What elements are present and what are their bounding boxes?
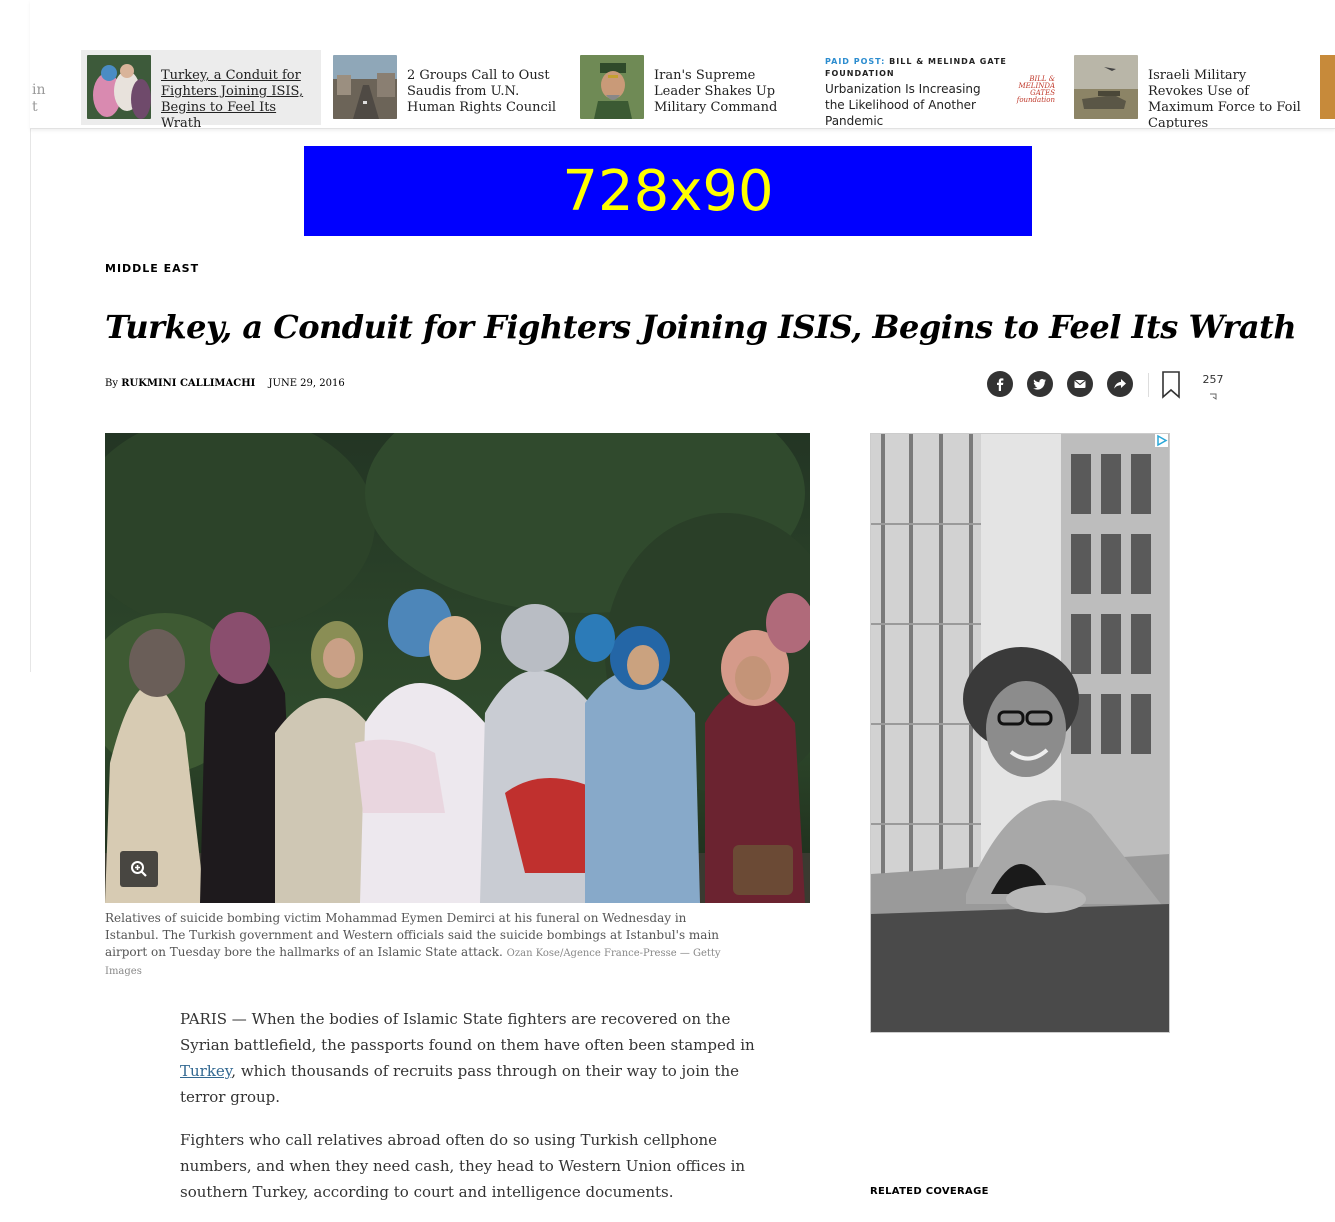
article-body: PARIS — When the bodies of Islamic State…	[180, 1006, 755, 1222]
ribbon-previous-item[interactable]: in t	[32, 82, 46, 116]
share-icon	[1114, 379, 1126, 389]
ribbon-item-title: Israeli Military Revokes Use of Maximum …	[1148, 68, 1301, 129]
ribbon-next-thumbnail[interactable]	[1320, 55, 1335, 119]
ribbon-item-title: Iran's Supreme Leader Shakes Up Military…	[654, 68, 778, 115]
section-kicker[interactable]: MIDDLE EAST	[105, 262, 199, 275]
paid-post-title: Urbanization Is Increasing the Likelihoo…	[825, 82, 981, 128]
publish-date: JUNE 29, 2016	[268, 378, 345, 389]
ribbon-item[interactable]: Iran's Supreme Leader Shakes Up Military…	[574, 50, 794, 125]
turkey-topic-link[interactable]: Turkey	[180, 1062, 231, 1080]
byline: By RUKMINI CALLIMACHI JUNE 29, 2016	[105, 378, 345, 389]
story-ribbon: in t Turkey, a Conduit for Fighters Join…	[30, 0, 1335, 129]
ribbon-stub-line2: t	[32, 99, 38, 115]
author-name[interactable]: RUKMINI CALLIMACHI	[121, 378, 255, 389]
twitter-icon	[1033, 379, 1046, 390]
photo-caption: Relatives of suicide bombing victim Moha…	[105, 910, 725, 980]
comment-count: 257	[1202, 373, 1224, 386]
share-divider	[1148, 373, 1149, 397]
zoom-in-icon	[131, 861, 147, 877]
ribbon-thumbnail	[87, 55, 151, 119]
ribbon-item[interactable]: Turkey, a Conduit for Fighters Joining I…	[81, 50, 321, 129]
ribbon-stub-line1: in	[32, 82, 46, 98]
related-coverage-heading: RELATED COVERAGE	[870, 1186, 989, 1197]
more-share-button[interactable]	[1107, 371, 1133, 397]
sponsor-logo: BILL & MELINDA GATES foundation	[1016, 75, 1055, 104]
side-rail	[0, 0, 31, 672]
ribbon-item[interactable]: 2 Groups Call to Oust Saudis from U.N. H…	[327, 50, 567, 125]
ribbon-thumbnail	[580, 55, 644, 119]
paragraph: PARIS — When the bodies of Islamic State…	[180, 1006, 755, 1110]
ribbon-item-title: 2 Groups Call to Oust Saudis from U.N. H…	[407, 68, 557, 115]
bookmark-icon[interactable]	[1161, 371, 1181, 399]
ribbon-item[interactable]: Israeli Military Revokes Use of Maximum …	[1068, 50, 1308, 129]
comments-button[interactable]: 257	[1196, 373, 1230, 401]
funeral-photo-image	[105, 433, 810, 903]
ad-photo-image	[871, 434, 1169, 1032]
paid-post[interactable]: PAID POST: BILL & MELINDA GATE FOUNDATIO…	[825, 56, 1070, 128]
facebook-share-button[interactable]	[987, 371, 1013, 397]
paid-post-prefix: PAID POST:	[825, 57, 886, 66]
comment-bubble-icon	[1210, 393, 1217, 400]
lead-photo[interactable]	[105, 433, 810, 903]
byline-prefix: By	[105, 378, 118, 389]
ribbon-thumbnail	[1074, 55, 1138, 119]
paragraph: Fighters who call relatives abroad often…	[180, 1131, 746, 1201]
facebook-icon	[997, 378, 1004, 391]
enlarge-photo-button[interactable]	[120, 851, 158, 887]
email-icon	[1074, 379, 1086, 388]
email-share-button[interactable]	[1067, 371, 1093, 397]
twitter-share-button[interactable]	[1027, 371, 1053, 397]
ribbon-item-title: Turkey, a Conduit for Fighters Joining I…	[161, 68, 304, 129]
adchoices-icon[interactable]	[1155, 434, 1168, 447]
sidebar-ad[interactable]	[870, 433, 1170, 1033]
leaderboard-ad[interactable]: 728x90	[304, 146, 1032, 236]
headline: Turkey, a Conduit for Fighters Joining I…	[105, 308, 1297, 346]
paragraph-text: , which thousands of recruits pass throu…	[180, 1062, 740, 1106]
paragraph-text: PARIS — When the bodies of Islamic State…	[180, 1010, 755, 1054]
ribbon-thumbnail	[333, 55, 397, 119]
